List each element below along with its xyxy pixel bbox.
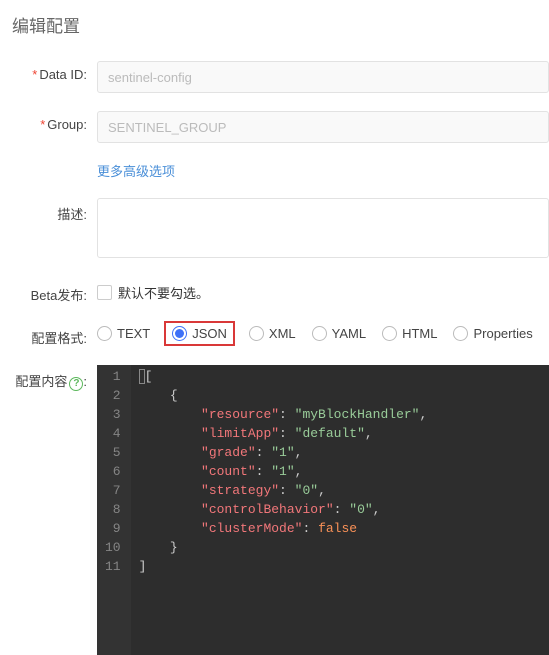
radio-label: Properties — [473, 326, 532, 341]
radio-label: JSON — [192, 326, 227, 341]
label-data-id: *Data ID: — [12, 61, 97, 82]
radio-icon — [172, 326, 187, 341]
desc-textarea[interactable] — [97, 198, 549, 258]
group-input[interactable] — [97, 111, 549, 143]
beta-hint: 默认不要勾选。 — [118, 283, 209, 302]
format-radio-yaml[interactable]: YAML — [312, 326, 366, 341]
editor-gutter: 1234567891011 — [97, 365, 131, 655]
data-id-input[interactable] — [97, 61, 549, 93]
label-desc: 描述: — [12, 198, 97, 223]
radio-label: XML — [269, 326, 296, 341]
beta-checkbox[interactable] — [97, 285, 112, 300]
format-radio-group: TEXT JSON XML YAML HTML Properties — [97, 322, 549, 341]
label-beta: Beta发布: — [12, 279, 97, 304]
radio-label: TEXT — [117, 326, 150, 341]
code-editor[interactable]: 1234567891011 [ { "resource": "myBlockHa… — [97, 365, 549, 655]
radio-label: YAML — [332, 326, 366, 341]
format-radio-json[interactable]: JSON — [164, 321, 235, 346]
editor-code[interactable]: [ { "resource": "myBlockHandler", "limit… — [131, 365, 428, 655]
format-radio-properties[interactable]: Properties — [453, 326, 532, 341]
page-title: 编辑配置 — [12, 12, 549, 37]
label-format: 配置格式: — [12, 322, 97, 347]
format-radio-text[interactable]: TEXT — [97, 326, 150, 341]
label-group: *Group: — [12, 111, 97, 132]
radio-icon — [453, 326, 468, 341]
radio-label: HTML — [402, 326, 437, 341]
help-icon[interactable]: ? — [69, 377, 83, 391]
format-radio-xml[interactable]: XML — [249, 326, 296, 341]
advanced-options-link[interactable]: 更多高级选项 — [97, 164, 175, 179]
format-radio-html[interactable]: HTML — [382, 326, 437, 341]
radio-icon — [249, 326, 264, 341]
label-content: 配置内容?: — [12, 365, 97, 391]
radio-icon — [312, 326, 327, 341]
radio-icon — [382, 326, 397, 341]
radio-icon — [97, 326, 112, 341]
